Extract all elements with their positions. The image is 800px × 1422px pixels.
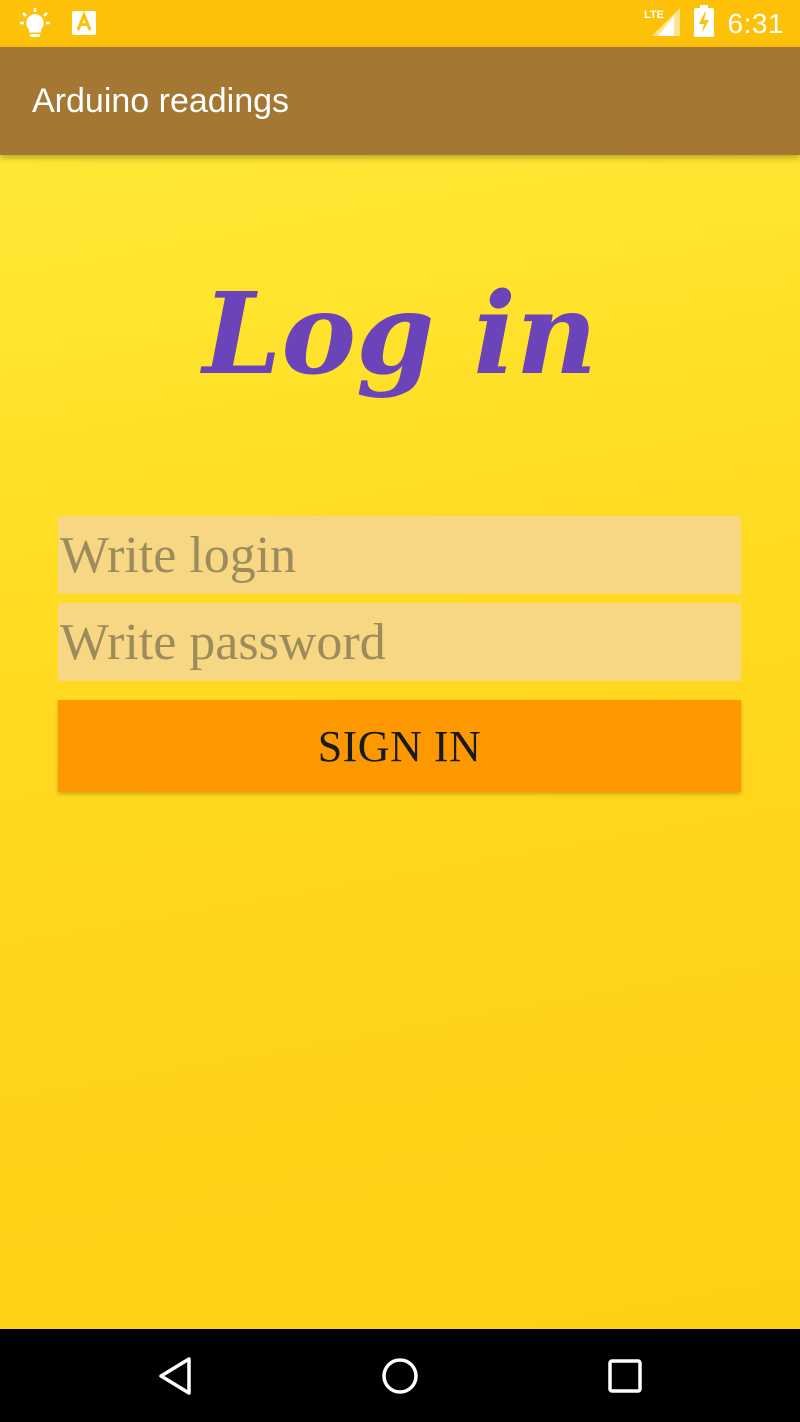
recents-icon <box>608 1359 642 1393</box>
status-time: 6:31 <box>727 7 784 39</box>
battery-charging-icon <box>693 5 714 42</box>
status-bar: LTE 6:31 <box>0 0 800 47</box>
back-icon <box>159 1357 191 1395</box>
sign-in-button[interactable]: SIGN IN <box>58 700 741 792</box>
app-title: Arduino readings <box>32 82 290 120</box>
home-button[interactable] <box>375 1351 425 1401</box>
status-notifications <box>20 8 96 45</box>
status-system: LTE 6:31 <box>644 0 785 47</box>
text-a-icon <box>72 10 96 42</box>
page-title: Log in <box>202 269 598 400</box>
password-input[interactable] <box>58 603 741 681</box>
login-screen: Log in SIGN IN <box>0 155 800 1329</box>
app-bar: Arduino readings <box>0 47 800 155</box>
lte-label: LTE <box>644 9 664 21</box>
home-icon <box>382 1358 418 1394</box>
lte-signal-icon: LTE <box>644 6 680 41</box>
back-button[interactable] <box>150 1351 200 1401</box>
navigation-bar <box>0 1329 800 1422</box>
lightbulb-icon <box>20 8 50 45</box>
login-input[interactable] <box>58 516 741 594</box>
recents-button[interactable] <box>600 1351 650 1401</box>
